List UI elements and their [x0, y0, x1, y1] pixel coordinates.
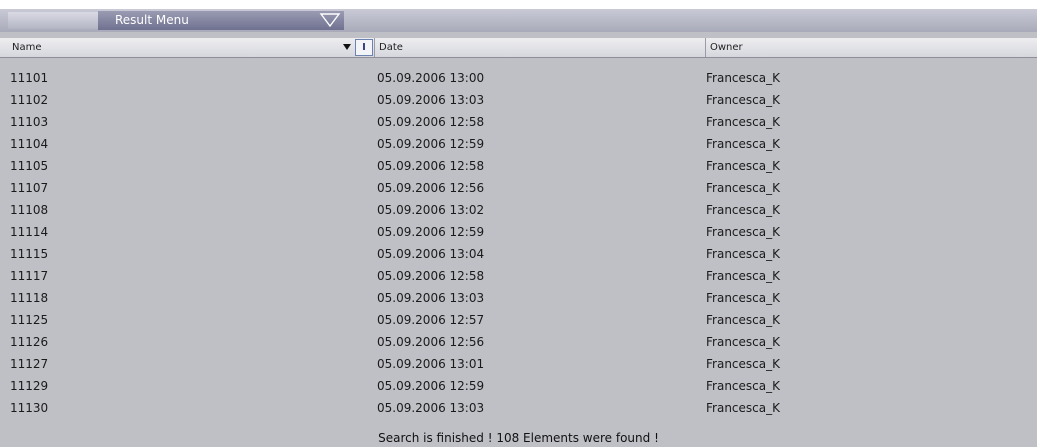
table-row[interactable]: 11129 05.09.2006 12:59 Francesca_K [0, 375, 1037, 397]
row-owner-cell: Francesca_K [706, 269, 780, 283]
column-resize-icon[interactable]: I [355, 39, 373, 56]
row-name-cell: 11101 [10, 71, 49, 85]
result-menu-label: Result Menu [115, 13, 189, 27]
table-row[interactable]: 11126 05.09.2006 12:56 Francesca_K [0, 331, 1037, 353]
table-row[interactable]: 11130 05.09.2006 13:03 Francesca_K [0, 397, 1037, 419]
row-owner-cell: Francesca_K [706, 401, 780, 415]
row-name-cell: 11117 [10, 269, 49, 283]
column-header-date[interactable]: Date [375, 38, 706, 57]
row-name-cell: 11129 [10, 379, 49, 393]
result-list[interactable]: 11101 05.09.2006 13:00 Francesca_K 11102 05.… [0, 67, 1037, 425]
row-date-cell: 05.09.2006 12:58 [377, 115, 485, 129]
table-row[interactable]: 11104 05.09.2006 12:59 Francesca_K [0, 133, 1037, 155]
row-name-cell: 11131 [10, 419, 48, 425]
row-name-cell: 11114 [10, 225, 49, 239]
column-header-date-label: Date [379, 42, 403, 53]
row-date-cell: 05.09.2006 12:59 [377, 225, 485, 239]
row-owner-cell: Francesca_K [706, 247, 780, 261]
column-header-owner-label: Owner [710, 42, 743, 53]
row-name-cell: 11105 [10, 159, 49, 173]
row-owner-cell: Francesca_K [706, 137, 780, 151]
table-row[interactable]: 11101 05.09.2006 13:00 Francesca_K [0, 67, 1037, 89]
table-row[interactable]: 11117 05.09.2006 12:58 Francesca_K [0, 265, 1037, 287]
column-header-name-label: Name [12, 42, 42, 53]
table-row[interactable]: 11105 05.09.2006 12:58 Francesca_K [0, 155, 1037, 177]
table-row[interactable]: 11127 05.09.2006 13:01 Francesca_K [0, 353, 1037, 375]
row-date-cell: 05.09.2006 13:02 [377, 203, 485, 217]
row-owner-cell: Francesca_K [706, 115, 780, 129]
sort-descending-icon[interactable] [343, 44, 351, 50]
row-name-cell: 11127 [10, 357, 49, 371]
row-owner-cell: Francesca_K [706, 93, 780, 107]
row-date-cell: 05.09.2006 12:58 [377, 269, 485, 283]
row-date-cell: 05.09.2006 12:58 [377, 159, 485, 173]
row-owner-cell: Francesca_K [706, 291, 780, 305]
column-header-owner[interactable]: Owner [706, 38, 1037, 57]
menu-bar-spacer [8, 12, 98, 29]
row-name-cell: 11108 [10, 203, 49, 217]
row-name-cell: 11103 [10, 115, 49, 129]
row-date-cell: 05.09.2006 13:00 [377, 71, 485, 85]
row-name-cell: 11126 [10, 335, 49, 349]
row-name-cell: 11125 [10, 313, 49, 327]
row-owner-cell: Francesca_K [706, 379, 780, 393]
result-menu-button[interactable]: Result Menu [98, 11, 344, 30]
row-date-cell: 05.09.2006 12:57 [377, 313, 485, 327]
row-owner-cell: Francesca_K [706, 159, 780, 173]
table-row[interactable]: 11114 05.09.2006 12:59 Francesca_K [0, 221, 1037, 243]
table-row[interactable]: 11125 05.09.2006 12:57 Francesca_K [0, 309, 1037, 331]
row-name-cell: 11102 [10, 93, 49, 107]
row-date-cell: 05.09.2006 13:01 [377, 357, 485, 371]
table-row[interactable]: 11102 05.09.2006 13:03 Francesca_K [0, 89, 1037, 111]
row-name-cell: 11107 [10, 181, 49, 195]
row-name-cell: 11115 [10, 247, 49, 261]
row-owner-cell: Francesca_K [706, 203, 780, 217]
row-date-cell: 05.09.2006 13:03 [377, 291, 485, 305]
row-name-cell: 11130 [10, 401, 49, 415]
table-row[interactable]: 11103 05.09.2006 12:58 Francesca_K [0, 111, 1037, 133]
row-owner-cell: Francesca_K [706, 181, 780, 195]
row-date-cell: 05.09.2006 13:04 [377, 247, 485, 261]
row-date-cell: 05.09.2006 12:59 [377, 137, 485, 151]
table-row[interactable]: 11118 05.09.2006 13:03 Francesca_K [0, 287, 1037, 309]
status-message: Search is finished ! 108 Elements were f… [0, 430, 1037, 447]
result-panel: Result Menu Name I Date Owner 11101 05.09… [0, 9, 1037, 447]
row-name-cell: 11118 [10, 291, 49, 305]
row-owner-cell: Francesca_K [706, 335, 780, 349]
row-date-cell: 05.09.2006 12:56 [377, 181, 485, 195]
chevron-down-icon[interactable] [319, 12, 341, 28]
row-owner-cell: Francesca_K [706, 357, 780, 371]
menu-bar: Result Menu [0, 9, 1037, 32]
row-date-cell: 05.09.2006 12:56 [377, 335, 485, 349]
row-name-cell: 11104 [10, 137, 49, 151]
row-owner-cell: Francesca_K [706, 71, 780, 85]
row-date-cell: 05.09.2006 13:03 [377, 93, 485, 107]
table-row[interactable]: 11107 05.09.2006 12:56 Francesca_K [0, 177, 1037, 199]
row-date-cell: 05.09.2006 12:58 [377, 419, 484, 425]
column-header-name[interactable]: Name [8, 38, 375, 57]
row-date-cell: 05.09.2006 12:59 [377, 379, 485, 393]
row-owner-cell: Francesca_K [706, 313, 780, 327]
row-date-cell: 05.09.2006 13:03 [377, 401, 485, 415]
table-header: Name I Date Owner [0, 38, 1037, 58]
row-owner-cell: Francesca_K [706, 225, 780, 239]
table-row[interactable]: 11131 05.09.2006 12:58 Francesca_K [0, 419, 1037, 425]
table-row[interactable]: 11115 05.09.2006 13:04 Francesca_K [0, 243, 1037, 265]
table-row[interactable]: 11108 05.09.2006 13:02 Francesca_K [0, 199, 1037, 221]
row-owner-cell: Francesca_K [706, 419, 780, 425]
